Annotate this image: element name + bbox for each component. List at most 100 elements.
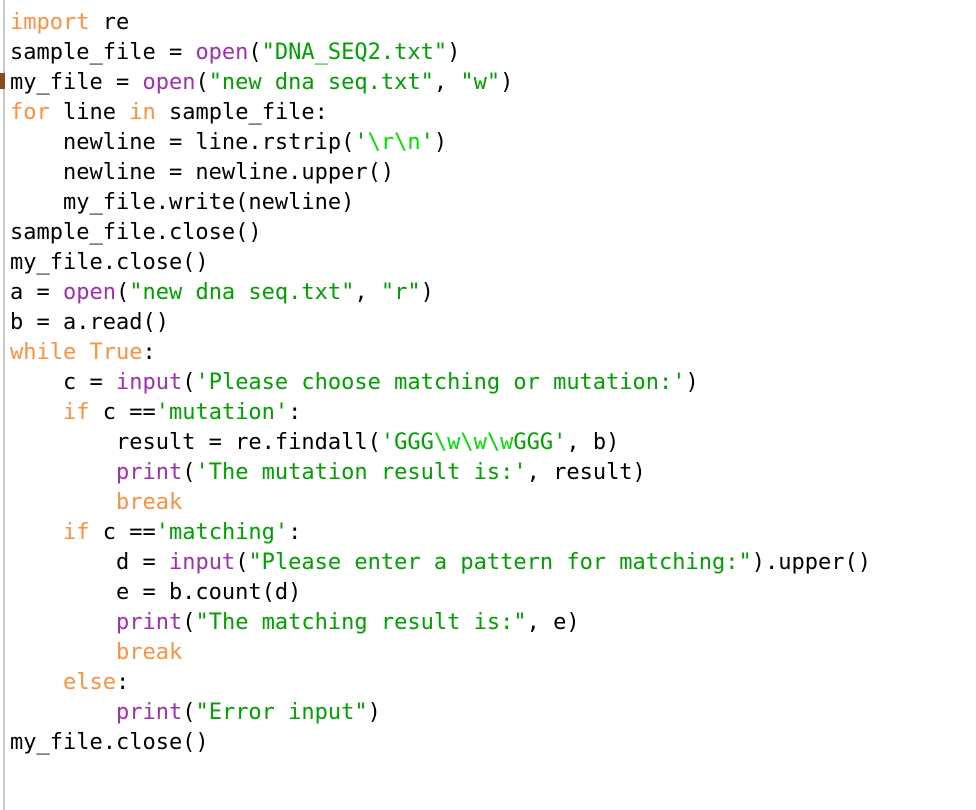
code-line: else: [10,668,871,698]
code-line: print('The mutation result is:', result) [10,458,871,488]
code-token: ( [235,550,249,575]
code-token: my_file.close() [10,730,209,755]
code-token: for [10,100,50,125]
code-token: re [89,10,130,35]
code-token: sample_file.close() [10,220,262,245]
code-token: True [89,340,143,365]
code-token: GGG' [513,430,567,455]
code-token: ( [195,70,209,95]
code-token: \w [486,430,514,455]
code-token: ' [420,130,434,155]
code-token: my_file = [10,70,143,95]
code-token: if [62,400,90,425]
code-line: my_file = open("new dna seq.txt", "w") [10,68,871,98]
code-line: d = input("Please enter a pattern for ma… [10,548,871,578]
code-token: "DNA_SEQ2.txt" [261,40,448,65]
code-token: ) [433,130,448,155]
code-token: \n [394,130,421,155]
code-token: ( [115,280,130,305]
code-token: result = re.findall( [10,430,381,455]
code-token: newline = line.rstrip( [10,130,355,155]
code-token: print [115,610,183,635]
code-token: ) [685,370,699,395]
code-token: ( [182,370,196,395]
code-line: while True: [10,338,871,368]
code-token: my_file.write(newline) [10,190,355,215]
code-token: c == [89,520,156,545]
code-token: "w" [460,70,501,95]
code-line: my_file.write(newline) [10,188,871,218]
code-token: ) [500,70,514,95]
code-token: : [142,340,156,365]
code-token: input [115,370,183,395]
code-token: ( [248,40,262,65]
code-editor[interactable]: import re sample_file = open("DNA_SEQ2.t… [0,0,976,810]
code-token: else [62,670,116,695]
code-token: newline = newline.upper() [10,160,395,185]
code-line: break [10,488,871,518]
code-token: "new dna seq.txt" [129,280,355,305]
code-token: ) [420,280,434,305]
code-token: 'matching' [155,520,289,545]
code-token: \w [460,430,487,455]
code-token: e = b.count(d) [10,580,302,605]
code-token: "Error input" [195,700,368,725]
code-block[interactable]: import re sample_file = open("DNA_SEQ2.t… [10,8,871,758]
code-token: ( [182,460,196,485]
code-line: a = open("new dna seq.txt", "r") [10,278,871,308]
code-token: print [115,700,183,725]
code-line: result = re.findall('GGG\w\w\wGGG', b) [10,428,871,458]
code-token: my_file.close() [10,250,209,275]
code-token: open [62,280,116,305]
code-line: sample_file = open("DNA_SEQ2.txt") [10,38,871,68]
code-token: , b) [566,430,620,455]
code-line: b = a.read() [10,308,871,338]
code-line: c = input('Please choose matching or mut… [10,368,871,398]
code-token: d = [10,550,169,575]
code-line: newline = line.rstrip('\r\n') [10,128,871,158]
code-token: ) [447,40,461,65]
code-token: break [115,490,183,515]
code-token: a = [10,280,63,305]
code-token: \r [367,130,395,155]
code-token: c = [10,370,116,395]
code-line: sample_file.close() [10,218,871,248]
code-token: sample_file = [10,40,196,65]
code-token: : [288,520,302,545]
gutter-rule [3,0,5,810]
code-token: , result) [526,460,646,485]
code-token: ( [182,610,196,635]
code-token: open [195,40,249,65]
code-token: c == [89,400,156,425]
code-token: ) [367,700,381,725]
code-token: "The matching result is:" [195,610,527,635]
code-token: open [142,70,196,95]
code-token: : [288,400,302,425]
code-token: break [115,640,183,665]
code-token: line [49,100,130,125]
code-line: break [10,638,871,668]
code-line: my_file.close() [10,728,871,758]
code-line: import re [10,8,871,38]
code-token: while [10,340,77,365]
code-token: 'GGG [380,430,434,455]
code-line: my_file.close() [10,248,871,278]
code-token: , [433,70,461,95]
code-line: print("The matching result is:", e) [10,608,871,638]
code-line: e = b.count(d) [10,578,871,608]
code-token: 'mutation' [155,400,289,425]
code-token: ).upper() [751,550,871,575]
code-token: ( [182,700,196,725]
code-token: print [115,460,183,485]
code-token: 'The mutation result is:' [195,460,527,485]
breakpoint-marker[interactable] [0,73,5,89]
